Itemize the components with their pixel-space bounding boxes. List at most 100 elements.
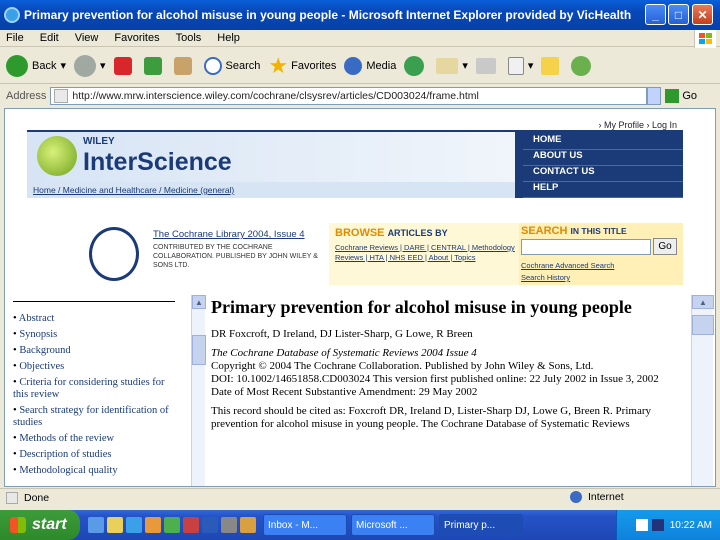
- site-nav: HOME ABOUT US CONTACT US HELP: [523, 134, 683, 198]
- messenger-button[interactable]: [571, 55, 595, 76]
- article-cite-as: This record should be cited as: Foxcroft…: [211, 405, 651, 430]
- quicklaunch-icon[interactable]: [164, 517, 180, 533]
- back-arrow-icon: [6, 54, 28, 77]
- security-zone: Internet: [570, 491, 624, 503]
- quicklaunch-icon[interactable]: [221, 517, 237, 533]
- menu-bar: File Edit View Favorites Tools Help: [0, 30, 720, 47]
- go-button[interactable]: Go: [665, 89, 697, 103]
- toc-criteria[interactable]: Criteria for considering studies for thi…: [13, 377, 173, 401]
- nav-help[interactable]: HELP: [523, 182, 683, 198]
- browse-heading: BROWSE ARTICLES BY: [335, 227, 448, 239]
- toc-search-strategy[interactable]: Search strategy for identification of st…: [13, 405, 173, 429]
- library-title-link[interactable]: The Cochrane Library 2004, Issue 4: [153, 229, 305, 240]
- menu-file[interactable]: File: [6, 32, 24, 44]
- title-search: SEARCH IN THIS TITLE Go Cochrane Advance…: [519, 223, 683, 285]
- history-icon: [404, 55, 425, 76]
- toc-divider: [13, 301, 175, 302]
- toc-abstract[interactable]: Abstract: [13, 313, 173, 325]
- advanced-search-link[interactable]: Cochrane Advanced Search: [521, 261, 614, 270]
- toc-synopsis[interactable]: Synopsis: [13, 329, 173, 341]
- quicklaunch-icon[interactable]: [202, 517, 218, 533]
- favorites-button[interactable]: ★ Favorites: [268, 53, 336, 79]
- messenger-icon: [571, 55, 592, 76]
- scroll-up-icon[interactable]: ▲: [692, 295, 714, 309]
- clock: 10:22 AM: [669, 519, 712, 531]
- toc-scrollbar[interactable]: ▲: [191, 295, 206, 486]
- quicklaunch-icon[interactable]: [126, 517, 142, 533]
- history-button[interactable]: [404, 55, 428, 76]
- browse-links[interactable]: Cochrane Reviews | DARE | CENTRAL | Meth…: [335, 243, 515, 263]
- article-content: Primary prevention for alcohol misuse in…: [211, 297, 689, 486]
- quicklaunch-icon[interactable]: [183, 517, 199, 533]
- toc-description[interactable]: Description of studies: [13, 449, 173, 461]
- address-input[interactable]: http://www.mrw.interscience.wiley.com/co…: [50, 87, 648, 105]
- address-dropdown[interactable]: [647, 87, 662, 105]
- stop-icon: [113, 56, 132, 75]
- tray-icon[interactable]: [651, 519, 664, 531]
- quicklaunch-icon[interactable]: [88, 517, 104, 533]
- quicklaunch-icon[interactable]: [107, 517, 123, 533]
- title-search-input[interactable]: [521, 239, 651, 255]
- menu-view[interactable]: View: [75, 32, 99, 44]
- go-arrow-icon: [665, 89, 680, 103]
- nav-about-us[interactable]: ABOUT US: [523, 150, 683, 166]
- scroll-thumb[interactable]: [692, 315, 714, 335]
- menu-favorites[interactable]: Favorites: [114, 32, 159, 44]
- star-icon: ★: [268, 52, 289, 78]
- scroll-up-icon[interactable]: ▲: [192, 295, 206, 309]
- menu-tools[interactable]: Tools: [176, 32, 202, 44]
- profile-login-links[interactable]: › My Profile › Log In: [598, 120, 677, 130]
- start-button[interactable]: start: [0, 510, 80, 540]
- article-scrollbar[interactable]: ▲: [691, 295, 714, 486]
- print-button[interactable]: [475, 57, 500, 74]
- toc-methodological-quality[interactable]: Methodological quality: [13, 465, 173, 477]
- wiley-label: WILEY: [83, 136, 115, 147]
- tray-icon[interactable]: [635, 519, 648, 531]
- menu-edit[interactable]: Edit: [40, 32, 59, 44]
- menu-help[interactable]: Help: [217, 32, 240, 44]
- title-bar[interactable]: Primary prevention for alcohol misuse in…: [0, 0, 720, 30]
- nav-home[interactable]: HOME: [523, 134, 683, 150]
- edit-button[interactable]: ▾: [507, 56, 533, 75]
- home-button[interactable]: [173, 56, 196, 75]
- status-text: Done: [24, 491, 50, 504]
- interscience-logo[interactable]: InterScience: [83, 148, 232, 177]
- maximize-button[interactable]: □: [668, 4, 689, 25]
- back-button[interactable]: Back ▾: [6, 54, 66, 77]
- quicklaunch-icon[interactable]: [145, 517, 161, 533]
- refresh-button[interactable]: [143, 56, 166, 75]
- mail-button[interactable]: ▾: [436, 57, 468, 74]
- forward-button[interactable]: ▾: [74, 54, 106, 77]
- close-button[interactable]: ✕: [692, 4, 713, 25]
- edit-icon: [507, 56, 524, 75]
- discuss-button[interactable]: [541, 56, 563, 75]
- search-button[interactable]: Search: [203, 56, 260, 75]
- nav-contact-us[interactable]: CONTACT US: [523, 166, 683, 182]
- toc-objectives[interactable]: Objectives: [13, 361, 173, 373]
- media-icon: [344, 56, 363, 75]
- minimize-button[interactable]: _: [645, 4, 666, 25]
- browser-window: Primary prevention for alcohol misuse in…: [0, 0, 720, 540]
- site-banner: WILEY InterScience: [27, 132, 515, 182]
- table-of-contents: Abstract Synopsis Background Objectives …: [5, 295, 191, 486]
- toc-methods[interactable]: Methods of the review: [13, 433, 173, 445]
- page-viewport: › My Profile › Log In WILEY InterScience…: [4, 108, 716, 487]
- toc-background[interactable]: Background: [13, 345, 173, 357]
- breadcrumb[interactable]: Home / Medicine and Healthcare / Medicin…: [27, 182, 515, 198]
- article-copyright: Copyright © 2004 The Cochrane Collaborat…: [211, 360, 594, 372]
- library-credit: CONTRIBUTED BY THE COCHRANE COLLABORATIO…: [153, 244, 318, 269]
- task-primary[interactable]: Primary p...: [439, 514, 523, 536]
- task-inbox[interactable]: Inbox - M...: [263, 514, 347, 536]
- search-icon: [203, 56, 222, 75]
- windows-flag-icon: [10, 517, 26, 533]
- search-history-link[interactable]: Search History: [521, 273, 570, 282]
- status-bar: Done Internet: [0, 488, 720, 506]
- scroll-thumb[interactable]: [192, 335, 206, 365]
- system-tray: 10:22 AM: [616, 510, 720, 540]
- mail-icon: [436, 57, 459, 74]
- title-search-go-button[interactable]: Go: [653, 238, 677, 255]
- quicklaunch-icon[interactable]: [240, 517, 256, 533]
- media-button[interactable]: Media: [344, 56, 396, 75]
- task-microsoft[interactable]: Microsoft ...: [351, 514, 435, 536]
- stop-button[interactable]: [113, 56, 136, 75]
